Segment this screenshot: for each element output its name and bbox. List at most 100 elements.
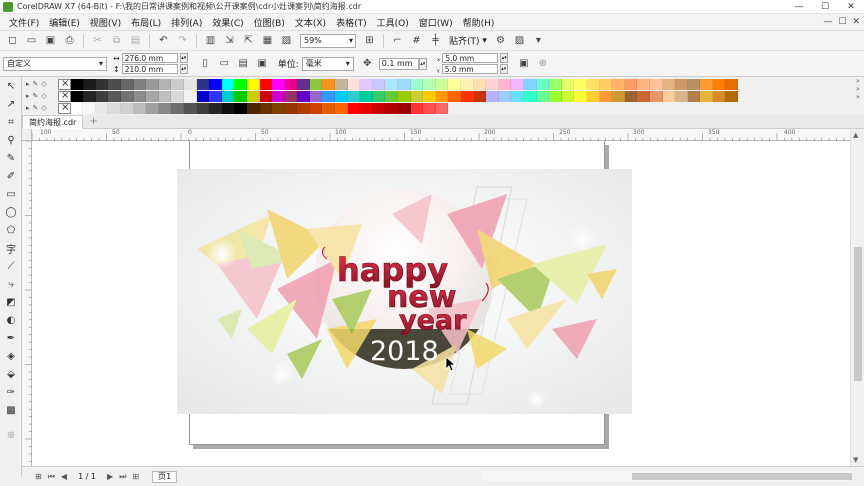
color-swatch[interactable] <box>108 90 121 102</box>
color-swatch[interactable] <box>586 78 600 90</box>
color-swatch[interactable] <box>498 78 512 90</box>
color-swatch[interactable] <box>473 78 487 90</box>
color-swatch[interactable] <box>146 102 159 114</box>
color-swatch[interactable] <box>196 102 210 114</box>
color-swatch[interactable] <box>473 90 487 102</box>
color-swatch[interactable] <box>398 90 411 102</box>
ellipse-tool-icon[interactable]: ◯ <box>2 204 20 221</box>
color-swatch[interactable] <box>120 90 134 102</box>
page-options-icon[interactable]: ⊞ <box>35 472 42 481</box>
color-swatch[interactable] <box>461 78 474 90</box>
color-swatch[interactable] <box>297 90 310 102</box>
color-swatch[interactable] <box>347 90 361 102</box>
color-swatch[interactable] <box>259 78 273 90</box>
color-swatch[interactable] <box>133 90 147 102</box>
copy-icon[interactable]: ⧉ <box>109 33 124 48</box>
close-button[interactable]: ✕ <box>838 0 864 14</box>
color-swatch[interactable] <box>309 102 323 114</box>
smart-fill-tool-icon[interactable]: ⬙ <box>2 366 20 383</box>
color-swatch[interactable] <box>423 102 436 114</box>
color-swatch[interactable] <box>435 102 449 114</box>
options-icon[interactable]: ⚙ <box>493 33 508 48</box>
welcome-screen-icon[interactable]: ▨ <box>512 33 527 48</box>
vertical-scrollbar[interactable]: ▲ ▼ <box>850 129 864 466</box>
doc-minimize-button[interactable]: — <box>823 17 832 27</box>
first-page-icon[interactable]: ⏮ <box>48 472 55 482</box>
menu-text[interactable]: 文本(X) <box>290 16 331 29</box>
menu-help[interactable]: 帮助(H) <box>458 16 500 29</box>
color-swatch[interactable] <box>209 90 222 102</box>
color-swatch[interactable] <box>675 78 688 90</box>
color-swatch[interactable] <box>385 78 399 90</box>
color-swatch[interactable] <box>637 90 650 102</box>
color-swatch[interactable] <box>637 78 650 90</box>
color-swatch[interactable] <box>461 90 474 102</box>
open-icon[interactable]: ▭ <box>24 33 39 48</box>
color-swatch[interactable] <box>423 78 436 90</box>
last-page-icon[interactable]: ⏭ <box>119 472 126 482</box>
nudge-spinner[interactable]: ▴▾ <box>418 57 427 70</box>
page-size-preset-combo[interactable]: 自定义 ▾ <box>3 56 107 71</box>
color-swatch[interactable] <box>398 78 411 90</box>
color-swatch[interactable] <box>183 78 197 90</box>
artistic-media-tool-icon[interactable]: ✐ <box>2 168 20 185</box>
color-swatch[interactable] <box>70 90 84 102</box>
export-icon[interactable]: ⇱ <box>241 33 256 48</box>
pick-tool-icon[interactable]: ↖ <box>2 78 20 95</box>
menu-effects[interactable]: 效果(C) <box>207 16 248 29</box>
horizontal-scroll-thumb[interactable] <box>632 473 852 480</box>
add-preset-icon[interactable]: ⊕ <box>535 56 550 71</box>
color-swatch[interactable] <box>624 78 638 90</box>
color-swatch[interactable] <box>649 78 663 90</box>
transparency-tool-icon[interactable]: ◐ <box>2 312 20 329</box>
color-swatch[interactable] <box>335 78 348 90</box>
color-swatch[interactable] <box>423 90 436 102</box>
new-icon[interactable]: ◻ <box>5 33 20 48</box>
color-swatch[interactable] <box>322 90 336 102</box>
maximize-button[interactable]: ☐ <box>812 0 838 14</box>
paste-icon[interactable]: ▤ <box>128 33 143 48</box>
color-swatch[interactable] <box>700 78 713 90</box>
color-swatch[interactable] <box>183 90 197 102</box>
color-swatch[interactable] <box>284 102 298 114</box>
color-swatch[interactable] <box>108 102 121 114</box>
color-swatch[interactable] <box>435 78 449 90</box>
color-swatch[interactable] <box>561 78 575 90</box>
color-swatch[interactable] <box>675 90 688 102</box>
color-swatch[interactable] <box>612 90 625 102</box>
color-swatch[interactable] <box>158 90 172 102</box>
color-swatch[interactable] <box>171 78 184 90</box>
connector-tool-icon[interactable]: ⤷ <box>2 276 20 293</box>
color-swatch[interactable] <box>120 102 134 114</box>
color-swatch[interactable] <box>536 90 550 102</box>
freehand-tool-icon[interactable]: ✎ <box>2 150 20 167</box>
menu-arrange[interactable]: 排列(A) <box>166 16 207 29</box>
color-swatch[interactable] <box>146 90 159 102</box>
ruler-origin[interactable] <box>22 129 32 141</box>
doc-close-button[interactable]: ✕ <box>852 17 860 27</box>
nudge-distance-field[interactable]: 0.1 mm <box>378 57 419 70</box>
color-swatch[interactable] <box>335 90 348 102</box>
color-swatch[interactable] <box>435 90 449 102</box>
color-swatch[interactable] <box>234 90 247 102</box>
color-swatch[interactable] <box>599 78 613 90</box>
menu-view[interactable]: 视图(V) <box>85 16 126 29</box>
duplicate-x-field[interactable]: 5.0 mm <box>442 53 499 63</box>
color-swatch[interactable] <box>574 90 587 102</box>
color-swatch[interactable] <box>586 90 600 102</box>
next-page-icon[interactable]: ▶ <box>107 472 113 481</box>
color-swatch[interactable] <box>574 78 587 90</box>
document-tab[interactable]: 简约海报.cdr <box>22 114 84 129</box>
color-swatch[interactable] <box>221 102 235 114</box>
color-swatch[interactable] <box>259 90 273 102</box>
color-swatch[interactable] <box>83 102 96 114</box>
color-swatch[interactable] <box>549 78 562 90</box>
color-swatch[interactable] <box>347 78 361 90</box>
parallel-dimension-tool-icon[interactable]: ⟋ <box>2 258 20 275</box>
color-swatch[interactable] <box>120 78 134 90</box>
color-swatch[interactable] <box>511 90 524 102</box>
dup-y-spinner[interactable]: ▴▾ <box>499 64 508 74</box>
publish-pdf-icon[interactable]: ▦ <box>260 33 275 48</box>
color-swatch[interactable] <box>284 78 298 90</box>
palette-lock-icon[interactable]: ◇ <box>41 104 46 112</box>
